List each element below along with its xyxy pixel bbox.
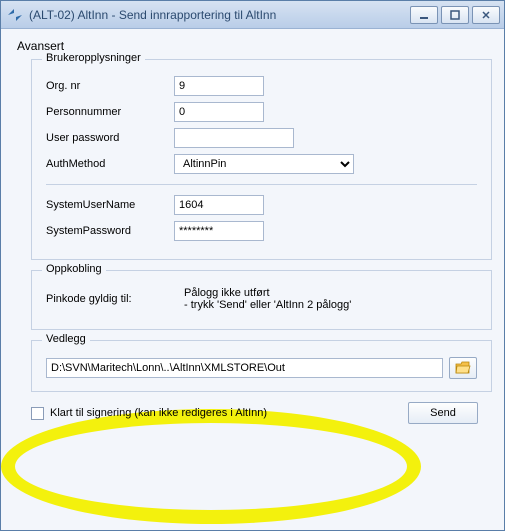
status-text: Pålogg ikke utført - trykk 'Send' eller … bbox=[184, 287, 351, 311]
checkbox-area[interactable]: Klart til signering (kan ikke redigeres … bbox=[31, 407, 267, 420]
footer: Klart til signering (kan ikke redigeres … bbox=[31, 402, 478, 424]
divider bbox=[46, 184, 477, 185]
user-password-input[interactable] bbox=[174, 128, 294, 148]
group-vedlegg: Vedlegg bbox=[31, 340, 492, 392]
minimize-button[interactable] bbox=[410, 6, 438, 24]
group-oppkobling: Oppkobling Pinkode gyldig til: Pålogg ik… bbox=[31, 270, 492, 330]
authmethod-select[interactable]: AltinnPin bbox=[174, 154, 354, 174]
send-button[interactable]: Send bbox=[408, 402, 478, 424]
group-legend-bruker: Brukeropplysninger bbox=[42, 52, 145, 64]
orgnr-input[interactable] bbox=[174, 76, 264, 96]
group-brukeropplysninger: Brukeropplysninger Org. nr Personnummer … bbox=[31, 59, 492, 260]
authmethod-label: AuthMethod bbox=[46, 158, 166, 170]
highlight-annotation bbox=[1, 409, 421, 524]
browse-button[interactable] bbox=[449, 357, 477, 379]
status-line2: - trykk 'Send' eller 'AltInn 2 pålogg' bbox=[184, 299, 351, 311]
syspw-label: SystemPassword bbox=[46, 225, 166, 237]
pinkode-label: Pinkode gyldig til: bbox=[46, 293, 176, 305]
maximize-button[interactable] bbox=[441, 6, 469, 24]
userpw-label: User password bbox=[46, 132, 166, 144]
app-icon bbox=[7, 7, 23, 23]
signing-checkbox-label: Klart til signering (kan ikke redigeres … bbox=[50, 407, 267, 419]
group-legend-oppkobling: Oppkobling bbox=[42, 263, 106, 275]
orgnr-label: Org. nr bbox=[46, 80, 166, 92]
person-label: Personnummer bbox=[46, 106, 166, 118]
systempassword-input[interactable] bbox=[174, 221, 264, 241]
titlebar: (ALT-02) AltInn - Send innrapportering t… bbox=[1, 1, 504, 29]
close-button[interactable] bbox=[472, 6, 500, 24]
body: Avansert Brukeropplysninger Org. nr Pers… bbox=[1, 29, 504, 530]
systemusername-input[interactable] bbox=[174, 195, 264, 215]
vedlegg-path-input[interactable] bbox=[46, 358, 443, 378]
sysuser-label: SystemUserName bbox=[46, 199, 166, 211]
group-legend-vedlegg: Vedlegg bbox=[42, 333, 90, 345]
signing-checkbox[interactable] bbox=[31, 407, 44, 420]
section-heading: Avansert bbox=[17, 39, 492, 53]
status-line1: Pålogg ikke utført bbox=[184, 287, 351, 299]
personnummer-input[interactable] bbox=[174, 102, 264, 122]
window-title: (ALT-02) AltInn - Send innrapportering t… bbox=[29, 8, 404, 22]
window: (ALT-02) AltInn - Send innrapportering t… bbox=[0, 0, 505, 531]
